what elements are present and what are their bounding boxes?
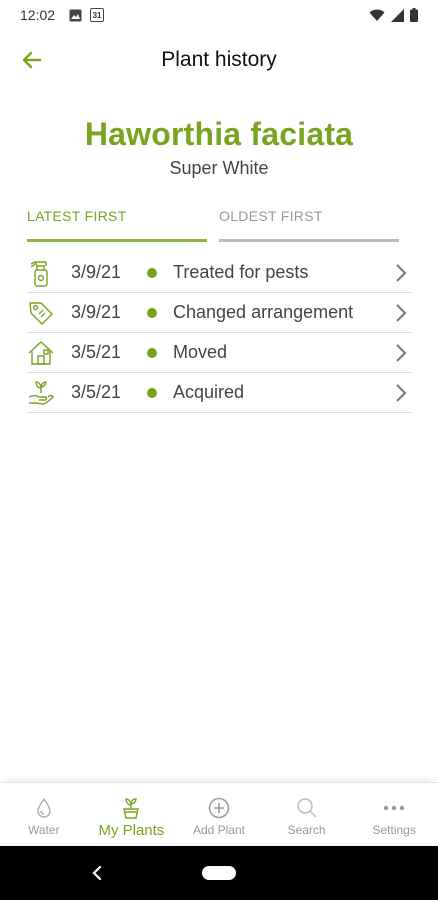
hand-plant-icon xyxy=(27,376,63,410)
nav-label: Water xyxy=(28,823,60,837)
history-date: 3/9/21 xyxy=(71,302,122,322)
history-list: 3/9/21 Treated for pests 3/9/21 Changed … xyxy=(27,253,411,413)
history-row[interactable]: 3/9/21 Treated for pests xyxy=(27,253,411,293)
history-event: Changed arrangement xyxy=(173,302,354,322)
history-row[interactable]: 3/9/21 Changed arrangement xyxy=(27,293,411,333)
chevron-right-icon xyxy=(391,342,411,364)
nav-label: My Plants xyxy=(98,822,165,839)
history-event: Moved xyxy=(173,342,228,362)
chevron-right-icon xyxy=(391,382,411,404)
status-dot xyxy=(147,267,157,278)
page-title: Plant history xyxy=(161,48,277,71)
status-time: 12:02 xyxy=(20,7,56,23)
history-event: Acquired xyxy=(173,382,245,402)
battery-icon xyxy=(410,8,418,22)
water-drop-icon xyxy=(36,795,52,821)
signal-icon xyxy=(391,8,404,22)
sort-tabs: LATEST FIRST OLDEST FIRST xyxy=(27,206,399,242)
back-button[interactable] xyxy=(16,44,48,76)
bottom-navigation: Water My Plants Add Plant Search Setting… xyxy=(0,782,438,846)
plant-variety: Super White xyxy=(169,158,269,178)
arrow-left-icon xyxy=(22,51,42,69)
tag-icon xyxy=(27,296,63,330)
tab-latest-first[interactable]: LATEST FIRST xyxy=(27,206,207,242)
history-date: 3/5/21 xyxy=(71,342,122,362)
app-bar: Plant history xyxy=(0,40,438,80)
history-row[interactable]: 3/5/21 Moved xyxy=(27,333,411,373)
status-bar: 12:02 31 xyxy=(0,0,438,30)
nav-search[interactable]: Search xyxy=(263,783,351,846)
house-icon xyxy=(27,336,63,370)
system-home-button[interactable] xyxy=(202,866,236,880)
spray-bottle-icon xyxy=(27,256,63,290)
system-back-button[interactable] xyxy=(88,862,108,884)
history-date: 3/5/21 xyxy=(71,382,122,402)
more-icon xyxy=(383,795,405,821)
nav-water[interactable]: Water xyxy=(0,783,88,846)
calendar-notification-icon: 31 xyxy=(90,8,105,22)
nav-add-plant[interactable]: Add Plant xyxy=(175,783,263,846)
wifi-icon xyxy=(369,9,385,21)
nav-label: Settings xyxy=(372,823,416,837)
status-dot xyxy=(147,307,157,318)
nav-label: Search xyxy=(287,823,326,837)
nav-label: Add Plant xyxy=(192,823,245,837)
history-date: 3/9/21 xyxy=(71,262,122,282)
potted-plant-icon xyxy=(120,795,142,821)
status-system-icons xyxy=(369,8,418,22)
status-notification-icons: 31 xyxy=(69,8,105,22)
chevron-right-icon xyxy=(391,302,411,324)
add-circle-icon xyxy=(208,795,230,821)
tab-oldest-first[interactable]: OLDEST FIRST xyxy=(219,206,399,242)
chevron-right-icon xyxy=(391,262,411,284)
history-event: Treated for pests xyxy=(173,262,309,282)
system-navigation-bar xyxy=(0,846,438,900)
history-row[interactable]: 3/5/21 Acquired xyxy=(27,373,411,413)
plant-name: Haworthia faciata xyxy=(84,116,354,152)
chevron-left-icon xyxy=(92,865,102,881)
nav-settings[interactable]: Settings xyxy=(350,783,438,846)
status-dot xyxy=(147,347,157,358)
search-icon xyxy=(296,795,318,821)
image-notification-icon xyxy=(69,9,82,21)
nav-my-plants[interactable]: My Plants xyxy=(88,783,176,846)
status-dot xyxy=(147,387,157,398)
